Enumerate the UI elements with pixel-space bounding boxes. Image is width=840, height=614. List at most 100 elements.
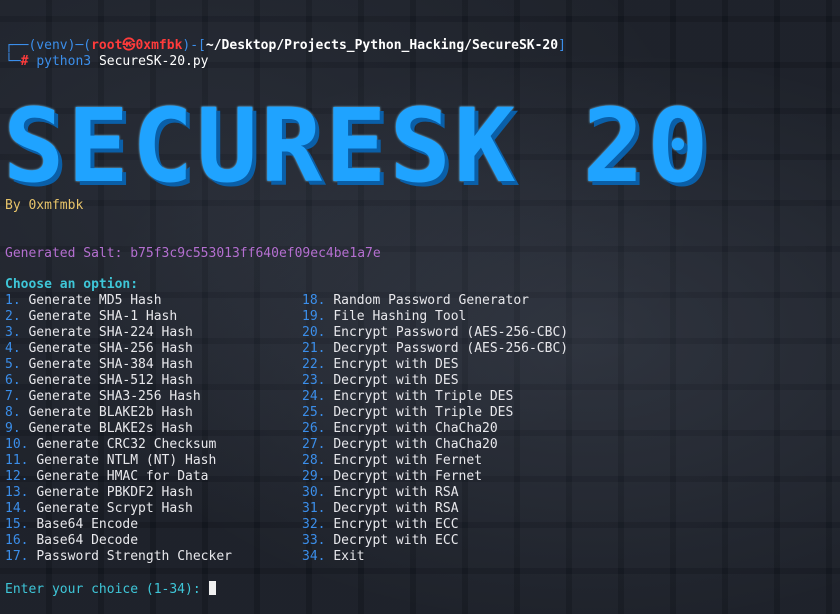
menu-option[interactable]: 17. Password Strength Checker xyxy=(5,549,232,565)
menu-option-label: Password Strength Checker xyxy=(36,549,232,564)
menu-right-column: 18. Random Password Generator 19. File Ha… xyxy=(302,293,568,565)
menu-option[interactable]: 22. Encrypt with DES xyxy=(302,357,568,373)
menu-option[interactable]: 26. Encrypt with ChaCha20 xyxy=(302,421,568,437)
menu-option-number: 2. xyxy=(5,309,21,324)
banner-title: SECURESK 20 xyxy=(3,87,712,206)
prompt-user: root xyxy=(91,38,123,53)
menu-option-label: Base64 Encode xyxy=(36,517,139,532)
menu-option[interactable]: 28. Encrypt with Fernet xyxy=(302,453,568,469)
menu-option-number: 11. xyxy=(5,453,29,468)
menu-option-label: Generate SHA-1 Hash xyxy=(28,309,178,324)
menu-option-number: 3. xyxy=(5,325,21,340)
menu-option-label: Decrypt with DES xyxy=(333,373,459,388)
menu-option[interactable]: 30. Encrypt with RSA xyxy=(302,485,568,501)
menu-option[interactable]: 27. Decrypt with ChaCha20 xyxy=(302,437,568,453)
menu-option[interactable]: 24. Encrypt with Triple DES xyxy=(302,389,568,405)
menu-option-label: Encrypt Password (AES-256-CBC) xyxy=(333,325,569,340)
menu-heading: Choose an option: xyxy=(5,277,139,292)
menu-option-label: Decrypt with Triple DES xyxy=(333,405,514,420)
menu-option-label: Generate Scrypt Hash xyxy=(36,501,193,516)
menu-option[interactable]: 10. Generate CRC32 Checksum xyxy=(5,437,232,453)
menu-option-number: 32. xyxy=(302,517,326,532)
salt-line: Generated Salt: b75f3c9c553013ff640ef09e… xyxy=(5,246,381,262)
menu-option-number: 15. xyxy=(5,517,29,532)
menu-option[interactable]: 9. Generate BLAKE2s Hash xyxy=(5,421,232,437)
menu-option[interactable]: 16. Base64 Decode xyxy=(5,533,232,549)
menu-option-number: 1. xyxy=(5,293,21,308)
menu-option-number: 7. xyxy=(5,389,21,404)
menu-option-number: 17. xyxy=(5,549,29,564)
menu-option-label: Decrypt Password (AES-256-CBC) xyxy=(333,341,569,356)
menu-option-label: Generate SHA-224 Hash xyxy=(28,325,193,340)
menu-option-label: Decrypt with RSA xyxy=(333,501,459,516)
menu-option[interactable]: 21. Decrypt Password (AES-256-CBC) xyxy=(302,341,568,357)
menu-option-number: 34. xyxy=(302,549,326,564)
menu-option-number: 27. xyxy=(302,437,326,452)
command-binary: python3 xyxy=(36,54,92,69)
input-line: Enter your choice (1-34): xyxy=(5,581,216,598)
salt-label: Generated Salt: xyxy=(5,246,123,261)
menu-option[interactable]: 2. Generate SHA-1 Hash xyxy=(5,309,232,325)
prompt-path: ~/Desktop/Projects_Python_Hacking/Secure… xyxy=(205,38,559,53)
menu-option[interactable]: 20. Encrypt Password (AES-256-CBC) xyxy=(302,325,568,341)
menu-option-label: Generate CRC32 Checksum xyxy=(36,437,217,452)
menu-option-label: Base64 Decode xyxy=(36,533,139,548)
terminal-window[interactable]: ┌──(venv)─(root㉿0xmfbk)-[~/Desktop/Proje… xyxy=(0,0,840,614)
menu-option[interactable]: 3. Generate SHA-224 Hash xyxy=(5,325,232,341)
salt-value: b75f3c9c553013ff640ef09ec4be1a7e xyxy=(130,246,381,261)
command-line: └─# python3 SecureSK-20.py xyxy=(5,54,209,69)
menu-option-label: File Hashing Tool xyxy=(333,309,467,324)
menu-option[interactable]: 7. Generate SHA3-256 Hash xyxy=(5,389,232,405)
menu-option-number: 30. xyxy=(302,485,326,500)
menu-option-label: Encrypt with Fernet xyxy=(333,453,483,468)
menu-option-number: 6. xyxy=(5,373,21,388)
menu-option[interactable]: 33. Decrypt with ECC xyxy=(302,533,568,549)
menu-option-number: 21. xyxy=(302,341,326,356)
menu-option-label: Generate BLAKE2b Hash xyxy=(28,405,193,420)
menu-option-label: Decrypt with ChaCha20 xyxy=(333,437,498,452)
menu-option[interactable]: 15. Base64 Encode xyxy=(5,517,232,533)
text-cursor[interactable] xyxy=(208,581,216,595)
menu-option[interactable]: 23. Decrypt with DES xyxy=(302,373,568,389)
menu-option[interactable]: 6. Generate SHA-512 Hash xyxy=(5,373,232,389)
command-argument: SecureSK-20.py xyxy=(98,54,209,69)
menu-option-number: 4. xyxy=(5,341,21,356)
menu-option[interactable]: 11. Generate NTLM (NT) Hash xyxy=(5,453,232,469)
menu-option[interactable]: 31. Decrypt with RSA xyxy=(302,501,568,517)
menu-option-label: Generate SHA-512 Hash xyxy=(28,373,193,388)
menu-option[interactable]: 8. Generate BLAKE2b Hash xyxy=(5,405,232,421)
menu-option[interactable]: 32. Encrypt with ECC xyxy=(302,517,568,533)
menu-option[interactable]: 12. Generate HMAC for Data xyxy=(5,469,232,485)
venv-label: (venv) xyxy=(28,38,76,53)
menu-option-label: Exit xyxy=(333,549,365,564)
prompt-host: 0xmfbk xyxy=(135,38,183,53)
menu-option-number: 19. xyxy=(302,309,326,324)
menu-option-number: 22. xyxy=(302,357,326,372)
menu-option-label: Encrypt with ECC xyxy=(333,517,459,532)
menu-option-label: Encrypt with RSA xyxy=(333,485,459,500)
menu-option-label: Encrypt with Triple DES xyxy=(333,389,514,404)
menu-option-number: 31. xyxy=(302,501,326,516)
menu-option-number: 29. xyxy=(302,469,326,484)
menu-option-number: 23. xyxy=(302,373,326,388)
menu-option[interactable]: 13. Generate PBKDF2 Hash xyxy=(5,485,232,501)
menu-option[interactable]: 5. Generate SHA-384 Hash xyxy=(5,357,232,373)
menu-option-number: 28. xyxy=(302,453,326,468)
menu-option-number: 8. xyxy=(5,405,21,420)
menu-option[interactable]: 14. Generate Scrypt Hash xyxy=(5,501,232,517)
menu-option-number: 13. xyxy=(5,485,29,500)
menu-option[interactable]: 4. Generate SHA-256 Hash xyxy=(5,341,232,357)
menu-option-label: Generate BLAKE2s Hash xyxy=(28,421,193,436)
menu-option[interactable]: 25. Decrypt with Triple DES xyxy=(302,405,568,421)
menu-option-number: 10. xyxy=(5,437,29,452)
menu-option[interactable]: 18. Random Password Generator xyxy=(302,293,568,309)
menu-option[interactable]: 34. Exit xyxy=(302,549,568,565)
menu-option-number: 16. xyxy=(5,533,29,548)
menu-option[interactable]: 19. File Hashing Tool xyxy=(302,309,568,325)
skull-icon: ㉿ xyxy=(122,38,136,53)
menu-option-label: Generate SHA-384 Hash xyxy=(28,357,193,372)
menu-option[interactable]: 1. Generate MD5 Hash xyxy=(5,293,232,309)
menu-option-number: 5. xyxy=(5,357,21,372)
menu-option-label: Decrypt with Fernet xyxy=(333,469,483,484)
menu-option[interactable]: 29. Decrypt with Fernet xyxy=(302,469,568,485)
